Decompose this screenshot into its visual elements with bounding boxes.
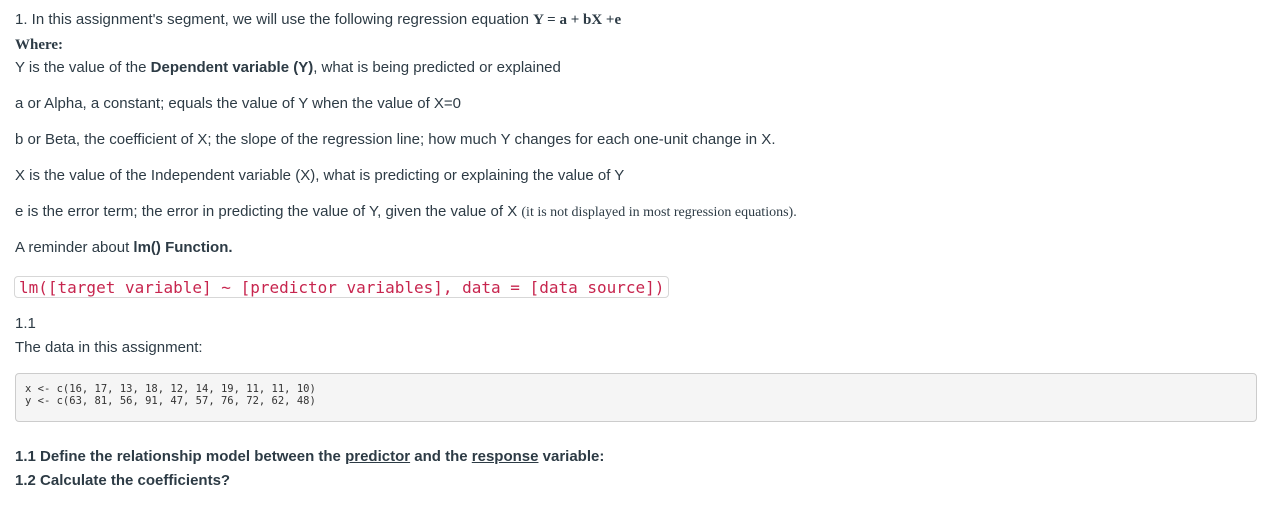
predictor-link[interactable]: predictor	[345, 448, 410, 465]
section-description: The data in this assignment:	[15, 339, 203, 356]
question-1-1-prefix: 1.1 Define the relationship model betwee…	[15, 448, 346, 465]
data-code-block: x <- c(16, 17, 13, 18, 12, 14, 19, 11, 1…	[15, 373, 1257, 422]
definition-a: a or Alpha, a constant; equals the value…	[15, 95, 462, 112]
definition-e-text: e is the error term; the error in predic…	[15, 203, 522, 220]
question-1-1-mid: and the	[410, 448, 472, 465]
reminder-prefix: A reminder about	[15, 239, 134, 256]
lm-code-part2: [predictor variables], data = [data sour…	[230, 278, 665, 297]
definition-b: b or Beta, the coefficient of X; the slo…	[15, 131, 776, 148]
definition-y-suffix: , what is being predicted or explained	[313, 59, 561, 76]
intro-line: 1. In this assignment's segment, we will…	[15, 10, 621, 30]
definition-y-bold: Dependent variable (Y)	[150, 59, 314, 76]
definition-x: X is the value of the Independent variab…	[15, 167, 625, 184]
code-line-y: y <- c(63, 81, 56, 91, 47, 57, 76, 72, 6…	[25, 395, 316, 407]
question-1-1: 1.1 Define the relationship model betwee…	[15, 447, 604, 467]
response-link[interactable]: response	[472, 448, 539, 465]
intro-text: 1. In this assignment's segment, we will…	[15, 11, 534, 28]
lm-code-tilde: ~	[221, 278, 231, 297]
definition-y-prefix: Y is the value of the	[15, 59, 151, 76]
regression-equation: Y = a + bX +e	[533, 12, 622, 28]
question-1-1-suffix: variable:	[538, 448, 605, 465]
lm-syntax-code: lm([target variable] ~ [predictor variab…	[14, 276, 670, 298]
section-number: 1.1	[15, 315, 36, 332]
code-line-x: x <- c(16, 17, 13, 18, 12, 14, 19, 11, 1…	[25, 383, 316, 395]
definition-e-note: (it is not displayed in most regression …	[521, 205, 797, 220]
lm-code-part1: lm([target variable]	[19, 278, 222, 297]
reminder-bold: lm() Function.	[133, 239, 233, 256]
definition-y: Y is the value of the Dependent variable…	[15, 58, 561, 78]
definition-e: e is the error term; the error in predic…	[15, 202, 797, 223]
question-1-2: 1.2 Calculate the coefficients?	[15, 472, 231, 489]
where-label: Where:	[15, 37, 64, 53]
reminder-line: A reminder about lm() Function.	[15, 238, 233, 258]
